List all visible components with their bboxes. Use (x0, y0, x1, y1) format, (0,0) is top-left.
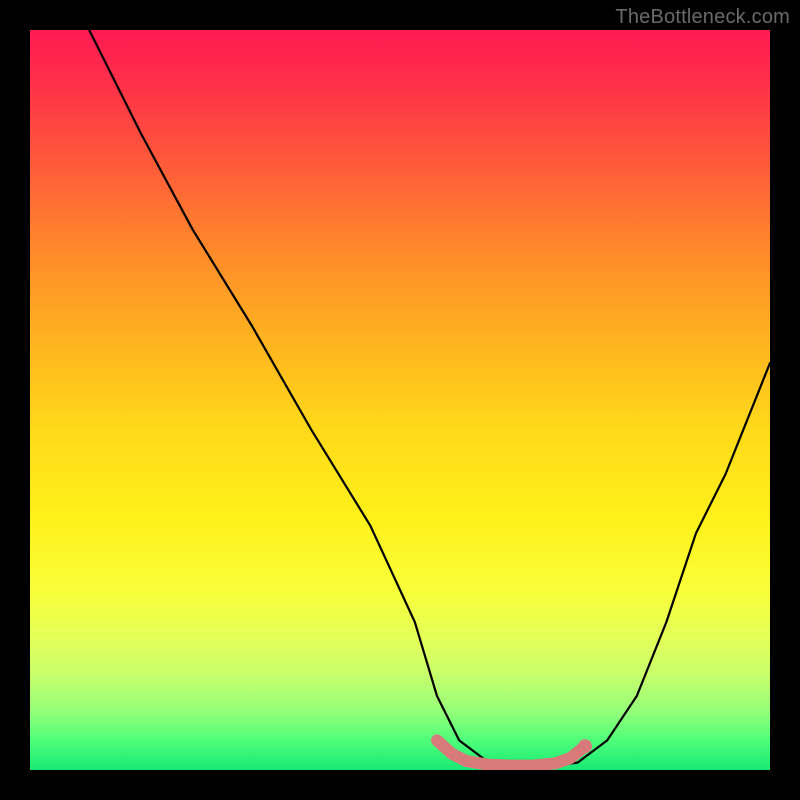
optimal-range-marker-path (437, 740, 585, 765)
watermark-text: TheBottleneck.com (615, 6, 790, 29)
bottleneck-curve-path (89, 30, 770, 766)
marker-dot (578, 739, 592, 753)
curve-svg (30, 30, 770, 770)
plot-area (30, 30, 770, 770)
chart-frame: TheBottleneck.com (0, 0, 800, 800)
